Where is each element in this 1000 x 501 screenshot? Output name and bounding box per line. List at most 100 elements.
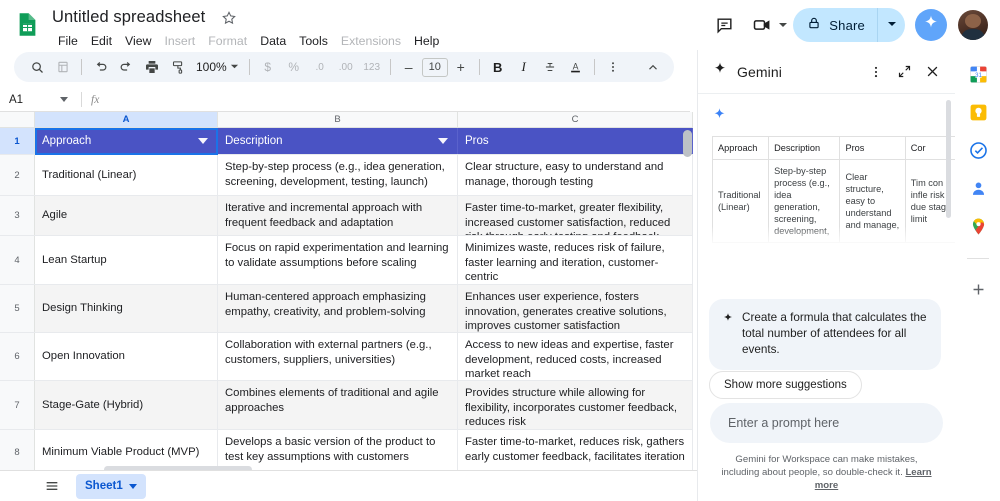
increase-font-size-button[interactable]: + bbox=[448, 54, 474, 80]
name-box[interactable]: A1 bbox=[0, 94, 60, 106]
row-header-4[interactable]: 4 bbox=[0, 236, 35, 284]
chevron-down-icon[interactable] bbox=[128, 483, 137, 489]
font-size-input[interactable]: 10 bbox=[421, 57, 448, 77]
increase-decimal-button[interactable]: .00 bbox=[333, 54, 359, 80]
text-color-button[interactable]: A bbox=[563, 54, 589, 80]
menu-edit[interactable]: Edit bbox=[85, 31, 119, 52]
cell-a8[interactable]: Minimum Viable Product (MVP) bbox=[35, 430, 218, 470]
zoom-control[interactable]: 100% bbox=[191, 55, 244, 79]
row-header-2[interactable]: 2 bbox=[0, 155, 35, 195]
row-header-6[interactable]: 6 bbox=[0, 333, 35, 380]
cell-b5[interactable]: Human-centered approach emphasizing empa… bbox=[218, 285, 458, 332]
grid-vertical-scrollbar[interactable] bbox=[683, 130, 692, 468]
more-formats-button[interactable]: 123 bbox=[359, 54, 385, 80]
cell-b4[interactable]: Focus on rapid experimentation and learn… bbox=[218, 236, 458, 284]
cell-b7[interactable]: Combines elements of traditional and agi… bbox=[218, 381, 458, 429]
gemini-scrollbar[interactable] bbox=[946, 100, 951, 218]
header-cell-description[interactable]: Description bbox=[218, 128, 458, 154]
formula-input[interactable] bbox=[99, 89, 690, 111]
google-maps-icon[interactable] bbox=[968, 216, 988, 236]
cell-c4[interactable]: Minimizes waste, reduces risk of failure… bbox=[458, 236, 693, 284]
sheet-tab-sheet1[interactable]: Sheet1 bbox=[76, 473, 146, 499]
cell-a6[interactable]: Open Innovation bbox=[35, 333, 218, 380]
column-header-c[interactable]: C bbox=[458, 112, 693, 128]
menu-data[interactable]: Data bbox=[254, 31, 293, 52]
menu-help[interactable]: Help bbox=[408, 31, 446, 52]
cell-b6[interactable]: Collaboration with external partners (e.… bbox=[218, 333, 458, 380]
italic-button[interactable]: I bbox=[511, 54, 537, 80]
cell-c7[interactable]: Provides structure while allowing for fl… bbox=[458, 381, 693, 429]
row-header-5[interactable]: 5 bbox=[0, 285, 35, 332]
filter-dropdown-icon[interactable] bbox=[438, 138, 448, 144]
header-cell-approach[interactable]: Approach bbox=[35, 128, 218, 154]
paint-format-icon[interactable] bbox=[165, 54, 191, 80]
google-calendar-icon[interactable]: 31 bbox=[968, 64, 988, 84]
header-cell-pros[interactable]: Pros bbox=[458, 128, 693, 154]
cell-a2[interactable]: Traditional (Linear) bbox=[35, 155, 218, 195]
hamburger-menu-icon[interactable] bbox=[40, 474, 64, 498]
chevron-down-icon[interactable] bbox=[779, 23, 788, 27]
row-header-1[interactable]: 1 bbox=[0, 128, 35, 154]
bold-button[interactable]: B bbox=[485, 54, 511, 80]
cell-c8[interactable]: Faster time-to-market, reduces risk, gat… bbox=[458, 430, 693, 470]
cell-a5[interactable]: Design Thinking bbox=[35, 285, 218, 332]
share-dropdown-button[interactable] bbox=[877, 8, 905, 42]
decrease-decimal-button[interactable]: .0 bbox=[307, 54, 333, 80]
close-icon[interactable] bbox=[919, 59, 945, 85]
cell-c2[interactable]: Clear structure, easy to understand and … bbox=[458, 155, 693, 195]
star-outline-icon[interactable] bbox=[221, 10, 237, 26]
video-camera-icon[interactable] bbox=[743, 6, 781, 44]
row-header-3[interactable]: 3 bbox=[0, 196, 35, 235]
search-icon[interactable] bbox=[24, 54, 50, 80]
cell-c5[interactable]: Enhances user experience, fosters innova… bbox=[458, 285, 693, 332]
collapse-toolbar-button[interactable] bbox=[642, 57, 664, 79]
google-keep-icon[interactable] bbox=[968, 102, 988, 122]
google-sheets-icon[interactable] bbox=[14, 11, 41, 38]
page-title[interactable]: Untitled spreadsheet bbox=[52, 7, 205, 27]
scrollbar-thumb[interactable] bbox=[683, 130, 692, 157]
show-more-suggestions-button[interactable]: Show more suggestions bbox=[709, 371, 862, 399]
cell-c6[interactable]: Access to new ideas and expertise, faste… bbox=[458, 333, 693, 380]
row-header-7[interactable]: 7 bbox=[0, 381, 35, 429]
row-header-8[interactable]: 8 bbox=[0, 430, 35, 470]
gemini-button[interactable] bbox=[915, 9, 947, 41]
cell-b8[interactable]: Develops a basic version of the product … bbox=[218, 430, 458, 470]
menu-tools[interactable]: Tools bbox=[293, 31, 335, 52]
strikethrough-button[interactable] bbox=[537, 54, 563, 80]
currency-format-button[interactable]: $ bbox=[255, 54, 281, 80]
cell-a3[interactable]: Agile bbox=[35, 196, 218, 235]
filter-dropdown-icon[interactable] bbox=[198, 138, 208, 144]
avatar[interactable] bbox=[958, 10, 988, 40]
menu-format[interactable]: Format bbox=[202, 31, 254, 52]
undo-icon[interactable] bbox=[87, 54, 113, 80]
share-button[interactable]: Share bbox=[793, 8, 877, 42]
decrease-font-size-button[interactable]: – bbox=[396, 54, 422, 80]
menus-icon[interactable] bbox=[50, 54, 76, 80]
cell-b3[interactable]: Iterative and incremental approach with … bbox=[218, 196, 458, 235]
google-contacts-icon[interactable] bbox=[968, 178, 988, 198]
name-box-chevron-down-icon[interactable] bbox=[60, 97, 68, 102]
percent-format-button[interactable]: % bbox=[281, 54, 307, 80]
more-vertical-icon[interactable] bbox=[600, 54, 626, 80]
cell-a7[interactable]: Stage-Gate (Hybrid) bbox=[35, 381, 218, 429]
cell-c3[interactable]: Faster time-to-market, greater flexibili… bbox=[458, 196, 693, 235]
redo-icon[interactable] bbox=[113, 54, 139, 80]
plus-icon[interactable] bbox=[970, 281, 987, 303]
prompt-input[interactable]: Enter a prompt here bbox=[710, 403, 943, 443]
menu-insert[interactable]: Insert bbox=[158, 31, 202, 52]
cell-a4[interactable]: Lean Startup bbox=[35, 236, 218, 284]
meet-button[interactable] bbox=[743, 6, 793, 44]
print-icon[interactable] bbox=[139, 54, 165, 80]
more-vertical-icon[interactable] bbox=[863, 59, 889, 85]
menu-file[interactable]: File bbox=[52, 31, 85, 52]
menu-extensions[interactable]: Extensions bbox=[335, 31, 408, 52]
cell-b2[interactable]: Step-by-step process (e.g., idea generat… bbox=[218, 155, 458, 195]
google-tasks-icon[interactable] bbox=[968, 140, 988, 160]
gemini-suggestion-chip[interactable]: Create a formula that calculates the tot… bbox=[709, 299, 941, 370]
column-header-a[interactable]: A bbox=[35, 112, 218, 128]
column-header-b[interactable]: B bbox=[218, 112, 458, 128]
select-all-corner[interactable] bbox=[0, 112, 35, 128]
comment-icon[interactable] bbox=[705, 6, 743, 44]
expand-diagonal-icon[interactable] bbox=[891, 59, 917, 85]
menu-view[interactable]: View bbox=[119, 31, 158, 52]
